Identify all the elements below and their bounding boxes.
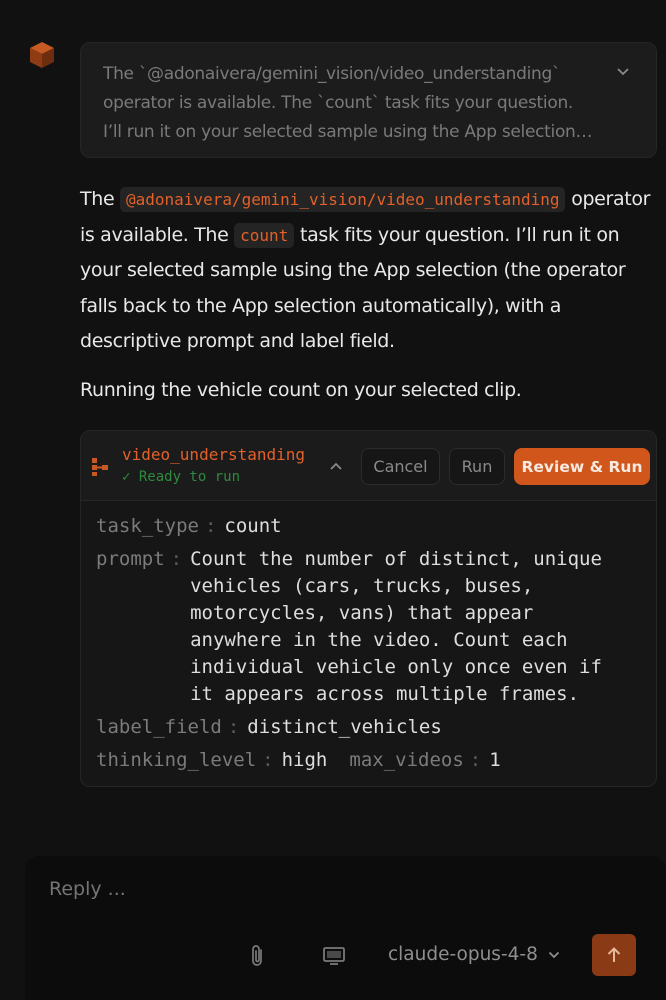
reply-input[interactable] <box>49 878 609 900</box>
assistant-message-paragraph-2: Running the vehicle count on your select… <box>80 379 522 401</box>
param-separator: : <box>469 749 482 771</box>
thinking-summary[interactable]: The `@adonaivera/gemini_vision/video_und… <box>80 42 657 158</box>
monitor-icon[interactable] <box>322 946 346 966</box>
operator-card-header: video_understanding ✓ Ready to run Cance… <box>81 431 656 501</box>
run-button[interactable]: Run <box>449 448 505 485</box>
param-row-thinking-max: thinking_level : high max_videos : 1 <box>96 747 646 774</box>
param-key: max_videos <box>349 749 464 771</box>
chevron-up-icon[interactable] <box>329 460 343 472</box>
param-separator: : <box>170 548 183 570</box>
assistant-message-paragraph: The @adonaivera/gemini_vision/video_unde… <box>80 182 660 360</box>
reply-composer: claude-opus-4-8 <box>25 856 666 1000</box>
assistant-avatar-cube-icon <box>28 40 56 70</box>
param-value: 1 <box>489 749 501 771</box>
operator-status: ✓ Ready to run <box>122 469 241 485</box>
chevron-down-icon <box>548 951 559 958</box>
send-button[interactable] <box>592 934 636 976</box>
operator-card: video_understanding ✓ Ready to run Cance… <box>80 430 657 787</box>
thinking-preview-text: The `@adonaivera/gemini_vision/video_und… <box>103 64 576 142</box>
param-key: task_type <box>96 515 199 537</box>
param-pair-thinking-level: thinking_level : high <box>96 747 327 774</box>
param-value: count <box>224 515 282 537</box>
param-value: high <box>281 749 328 771</box>
model-selector[interactable]: claude-opus-4-8 <box>388 944 560 965</box>
param-key: label_field <box>96 716 222 738</box>
param-value: Count the number of distinct, unique veh… <box>190 548 602 705</box>
model-name: claude-opus-4-8 <box>388 944 538 965</box>
param-separator: : <box>204 515 217 537</box>
param-separator: : <box>227 716 240 738</box>
operator-tree-icon <box>92 458 108 476</box>
param-row-task-type: task_type : count <box>96 513 646 540</box>
param-separator: : <box>262 749 274 771</box>
inline-code-operator: @adonaivera/gemini_vision/video_understa… <box>120 187 566 212</box>
param-row-prompt: prompt : Count the number of distinct, u… <box>96 546 646 708</box>
param-row-label-field: label_field : distinct_vehicles <box>96 714 646 741</box>
arrow-up-icon <box>607 947 621 962</box>
chevron-down-icon[interactable] <box>616 65 630 79</box>
paperclip-icon[interactable] <box>249 944 267 968</box>
review-and-run-button[interactable]: Review & Run <box>514 448 650 485</box>
message-text: The <box>80 188 115 210</box>
cancel-button[interactable]: Cancel <box>361 448 440 485</box>
operator-name: video_understanding <box>122 445 306 464</box>
param-key: prompt <box>96 548 165 570</box>
operator-params: task_type : count prompt : Count the num… <box>96 513 646 780</box>
param-key: thinking_level <box>96 749 257 771</box>
param-value: distinct_vehicles <box>247 716 442 738</box>
param-pair-max-videos: max_videos : 1 <box>349 747 500 774</box>
inline-code-task: count <box>234 222 295 248</box>
